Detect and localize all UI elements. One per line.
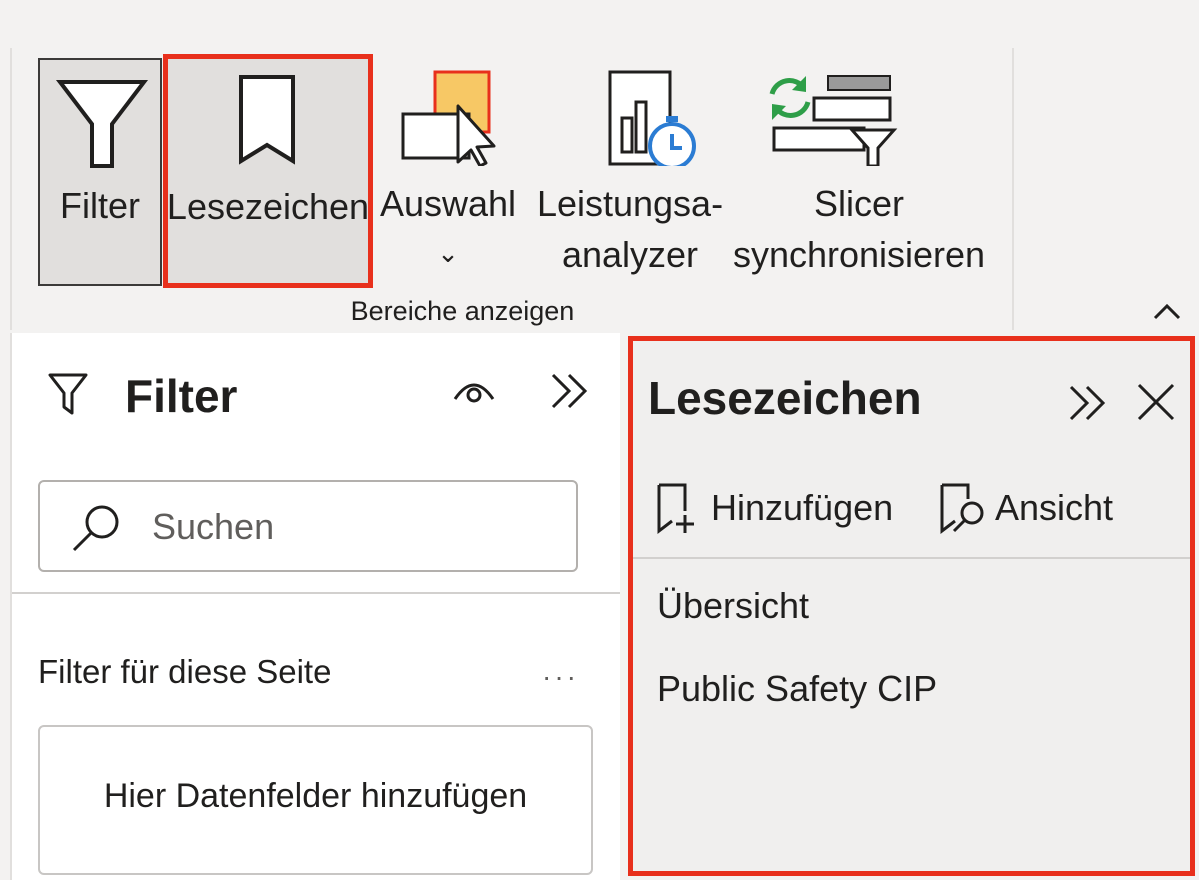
bookmark-pane: Lesezeichen Hinzufügen Ansicht Übersicht… [628, 336, 1195, 876]
filter-pane: Filter Suchen Filter für diese Seite ···… [10, 333, 620, 880]
search-placeholder: Suchen [152, 506, 275, 547]
filter-icon [48, 373, 88, 415]
sync-slicers-label-2: synchronisieren [732, 234, 986, 275]
dropzone-label: Hier Datenfelder hinzufügen [103, 777, 528, 815]
ribbon-group-label: Bereiche anzeigen [350, 296, 575, 326]
expand-pane-icon[interactable] [547, 369, 591, 413]
close-icon[interactable] [1133, 379, 1179, 425]
ribbon-divider [1012, 48, 1014, 330]
view-bookmark-button[interactable]: Ansicht [995, 487, 1113, 529]
add-bookmark-icon[interactable] [655, 481, 699, 535]
collapse-ribbon-icon[interactable] [1150, 296, 1184, 326]
selection-pane-button[interactable]: Auswahl ⌄ [378, 58, 518, 286]
bookmark-item[interactable]: Übersicht [657, 585, 809, 627]
sync-slicers-icon [769, 75, 898, 166]
sync-slicers-label-1: Slicer [813, 183, 905, 224]
bookmark-item[interactable]: Public Safety CIP [657, 668, 937, 710]
filter-pane-title: Filter [125, 370, 238, 422]
chevron-down-icon: ⌄ [437, 238, 459, 268]
add-bookmark-button[interactable]: Hinzufügen [711, 487, 893, 529]
sync-slicers-button[interactable]: Slicer synchronisieren [726, 58, 992, 286]
eye-icon[interactable] [452, 375, 496, 405]
selection-icon [401, 70, 496, 166]
view-bookmark-icon[interactable] [938, 481, 990, 535]
ribbon: Filter Lesezeichen Auswahl ⌄ Leistungsa-… [0, 0, 1199, 333]
divider [12, 592, 620, 594]
bookmark-icon [239, 75, 295, 165]
search-icon [72, 505, 119, 552]
page-filters-heading: Filter für diese Seite [38, 653, 332, 690]
bookmark-pane-button[interactable]: Lesezeichen [163, 54, 373, 288]
filter-pane-button[interactable]: Filter [38, 58, 162, 286]
divider [633, 557, 1190, 559]
expand-pane-icon[interactable] [1065, 381, 1109, 425]
bookmark-pane-title: Lesezeichen [648, 372, 922, 424]
more-icon[interactable]: ··· [542, 661, 579, 693]
performance-analyzer-icon [608, 70, 696, 166]
search-input[interactable]: Suchen [38, 480, 578, 572]
funnel-icon [55, 80, 149, 168]
add-data-fields-dropzone[interactable]: Hier Datenfelder hinzufügen [38, 725, 593, 875]
